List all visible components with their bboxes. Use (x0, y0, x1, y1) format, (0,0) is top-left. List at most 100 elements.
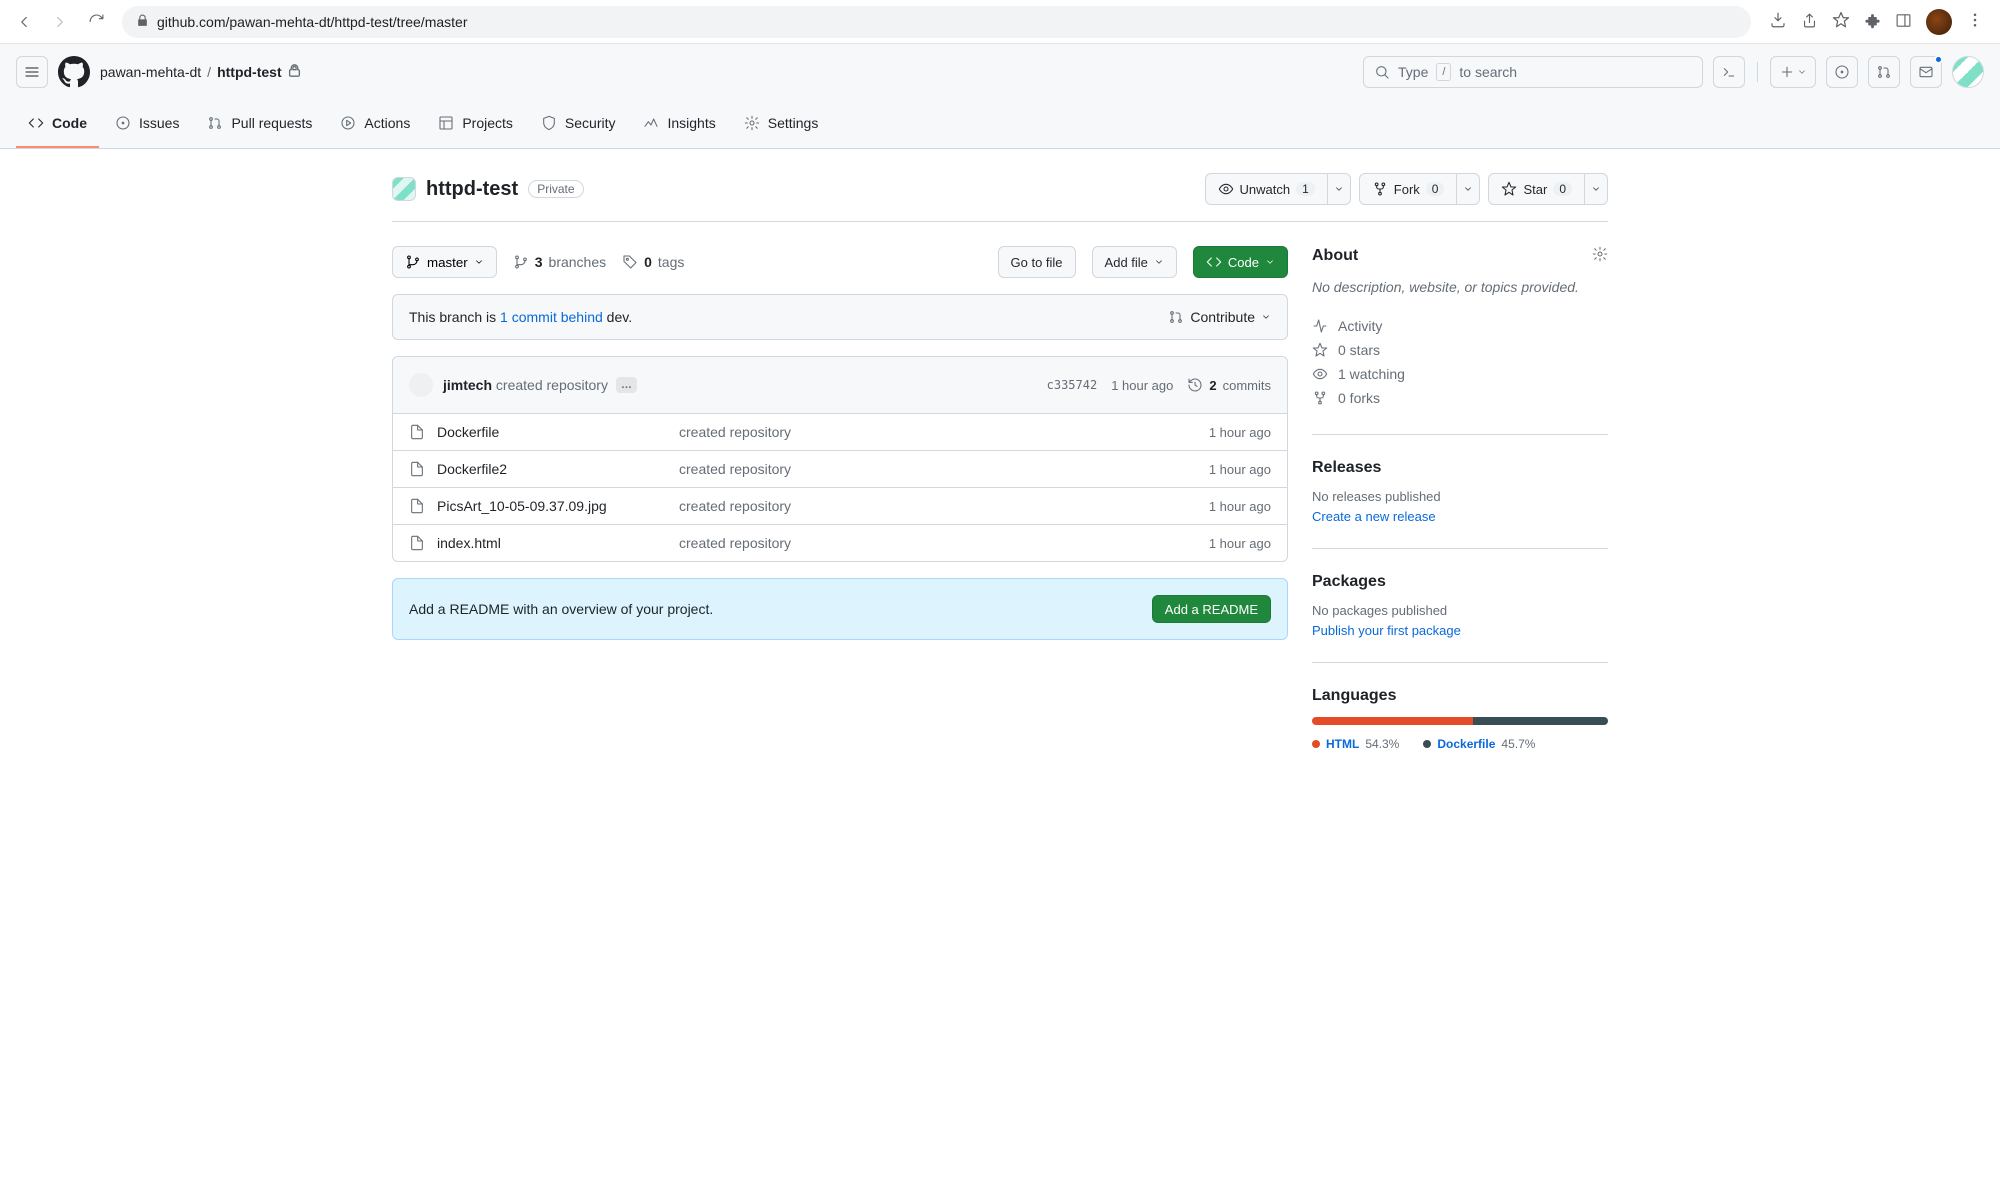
search-prefix: Type (1398, 64, 1428, 80)
search-input[interactable]: Type / to search (1363, 56, 1703, 88)
language-dot (1423, 740, 1431, 748)
gear-icon[interactable] (1592, 246, 1608, 265)
breadcrumb-owner[interactable]: pawan-mehta-dt (100, 64, 201, 80)
stars-link[interactable]: 0 stars (1312, 338, 1608, 362)
share-icon[interactable] (1801, 12, 1818, 32)
file-time: 1 hour ago (1209, 536, 1271, 551)
file-name-link[interactable]: index.html (437, 535, 667, 551)
releases-title: Releases (1312, 459, 1381, 477)
commit-sha[interactable]: c335742 (1047, 378, 1098, 392)
activity-link[interactable]: Activity (1312, 314, 1608, 338)
tab-security[interactable]: Security (529, 100, 628, 148)
readme-prompt: Add a README with an overview of your pr… (392, 578, 1288, 640)
bookmark-icon[interactable] (1832, 11, 1850, 32)
file-name-link[interactable]: PicsArt_10-05-09.37.09.jpg (437, 498, 667, 514)
file-time: 1 hour ago (1209, 462, 1271, 477)
caret-down-icon (474, 257, 484, 267)
star-button[interactable]: Star 0 (1488, 173, 1585, 205)
file-name-link[interactable]: Dockerfile2 (437, 461, 667, 477)
tab-projects[interactable]: Projects (426, 100, 525, 148)
breadcrumb-separator: / (207, 64, 211, 80)
star-caret[interactable] (1585, 173, 1608, 205)
notifications-button[interactable] (1910, 56, 1942, 88)
file-commit-message[interactable]: created repository (679, 498, 1197, 514)
issues-tray-button[interactable] (1826, 56, 1858, 88)
fork-icon (1372, 181, 1388, 197)
repo-head: httpd-test Private Unwatch 1 Fork 0 (392, 165, 1608, 222)
unwatch-caret[interactable] (1328, 173, 1351, 205)
repo-title[interactable]: httpd-test (426, 178, 518, 201)
browser-chrome: github.com/pawan-mehta-dt/httpd-test/tre… (0, 0, 2000, 44)
unwatch-button[interactable]: Unwatch 1 (1205, 173, 1328, 205)
file-commit-message[interactable]: created repository (679, 461, 1197, 477)
language-bar (1312, 717, 1608, 725)
create-release-link[interactable]: Create a new release (1312, 509, 1436, 524)
packages-none: No packages published (1312, 603, 1608, 618)
languages-section: Languages HTML54.3%Dockerfile45.7% (1312, 687, 1608, 775)
create-new-button[interactable] (1770, 56, 1816, 88)
tab-pull-requests[interactable]: Pull requests (195, 100, 324, 148)
contribute-button[interactable]: Contribute (1168, 309, 1271, 325)
browser-forward[interactable] (46, 8, 74, 36)
commits-behind-link[interactable]: 1 commit behind (500, 309, 603, 325)
language-item[interactable]: HTML54.3% (1312, 737, 1399, 751)
url-bar[interactable]: github.com/pawan-mehta-dt/httpd-test/tre… (122, 6, 1751, 38)
code-button[interactable]: Code (1193, 246, 1288, 278)
fork-caret[interactable] (1457, 173, 1480, 205)
extensions-icon[interactable] (1864, 12, 1881, 32)
browser-menu-icon[interactable] (1966, 11, 1984, 32)
add-file-button[interactable]: Add file (1092, 246, 1177, 278)
search-suffix: to search (1459, 64, 1517, 80)
file-name-link[interactable]: Dockerfile (437, 424, 667, 440)
caret-down-icon (1797, 67, 1807, 77)
install-icon[interactable] (1769, 11, 1787, 32)
language-name: Dockerfile (1437, 737, 1495, 751)
browser-profile-avatar[interactable] (1926, 9, 1952, 35)
commit-author-avatar[interactable] (409, 373, 433, 397)
fork-icon (1312, 390, 1328, 406)
language-item[interactable]: Dockerfile45.7% (1423, 737, 1535, 751)
about-title: About (1312, 247, 1358, 265)
goto-file-button[interactable]: Go to file (998, 246, 1076, 278)
search-icon (1374, 64, 1390, 80)
breadcrumb-repo[interactable]: httpd-test (217, 64, 282, 80)
commits-count-link[interactable]: 2 commits (1187, 377, 1271, 393)
forks-link[interactable]: 0 forks (1312, 386, 1608, 410)
file-commit-message[interactable]: created repository (679, 535, 1197, 551)
fork-button[interactable]: Fork 0 (1359, 173, 1458, 205)
branch-select[interactable]: master (392, 246, 497, 278)
watching-link[interactable]: 1 watching (1312, 362, 1608, 386)
tab-insights[interactable]: Insights (631, 100, 727, 148)
lock-icon (136, 14, 149, 30)
add-readme-button[interactable]: Add a README (1152, 595, 1271, 623)
url-text: github.com/pawan-mehta-dt/httpd-test/tre… (157, 14, 467, 30)
file-icon (409, 461, 425, 477)
commit-author[interactable]: jimtech (443, 377, 492, 393)
user-avatar[interactable] (1952, 56, 1984, 88)
tab-code[interactable]: Code (16, 100, 99, 148)
commit-more-button[interactable]: … (616, 377, 637, 393)
star-icon (1501, 181, 1517, 197)
tab-settings[interactable]: Settings (732, 100, 831, 148)
file-icon (409, 424, 425, 440)
panel-icon[interactable] (1895, 12, 1912, 32)
hamburger-menu[interactable] (16, 56, 48, 88)
browser-toolbar (1763, 9, 1990, 35)
browser-reload[interactable] (82, 8, 110, 36)
lock-icon (288, 64, 301, 80)
tab-actions[interactable]: Actions (328, 100, 422, 148)
pull-request-icon (1168, 309, 1184, 325)
tab-issues[interactable]: Issues (103, 100, 191, 148)
pull-requests-tray-button[interactable] (1868, 56, 1900, 88)
code-icon (1206, 254, 1222, 270)
command-palette-button[interactable] (1713, 56, 1745, 88)
browser-back[interactable] (10, 8, 38, 36)
branches-link[interactable]: 3branches (513, 254, 606, 270)
file-commit-message[interactable]: created repository (679, 424, 1197, 440)
github-logo[interactable] (58, 56, 90, 88)
file-row: index.html created repository 1 hour ago (393, 525, 1287, 561)
commit-message[interactable]: created repository (496, 377, 608, 393)
publish-package-link[interactable]: Publish your first package (1312, 623, 1461, 638)
eye-icon (1218, 181, 1234, 197)
tags-link[interactable]: 0tags (622, 254, 684, 270)
